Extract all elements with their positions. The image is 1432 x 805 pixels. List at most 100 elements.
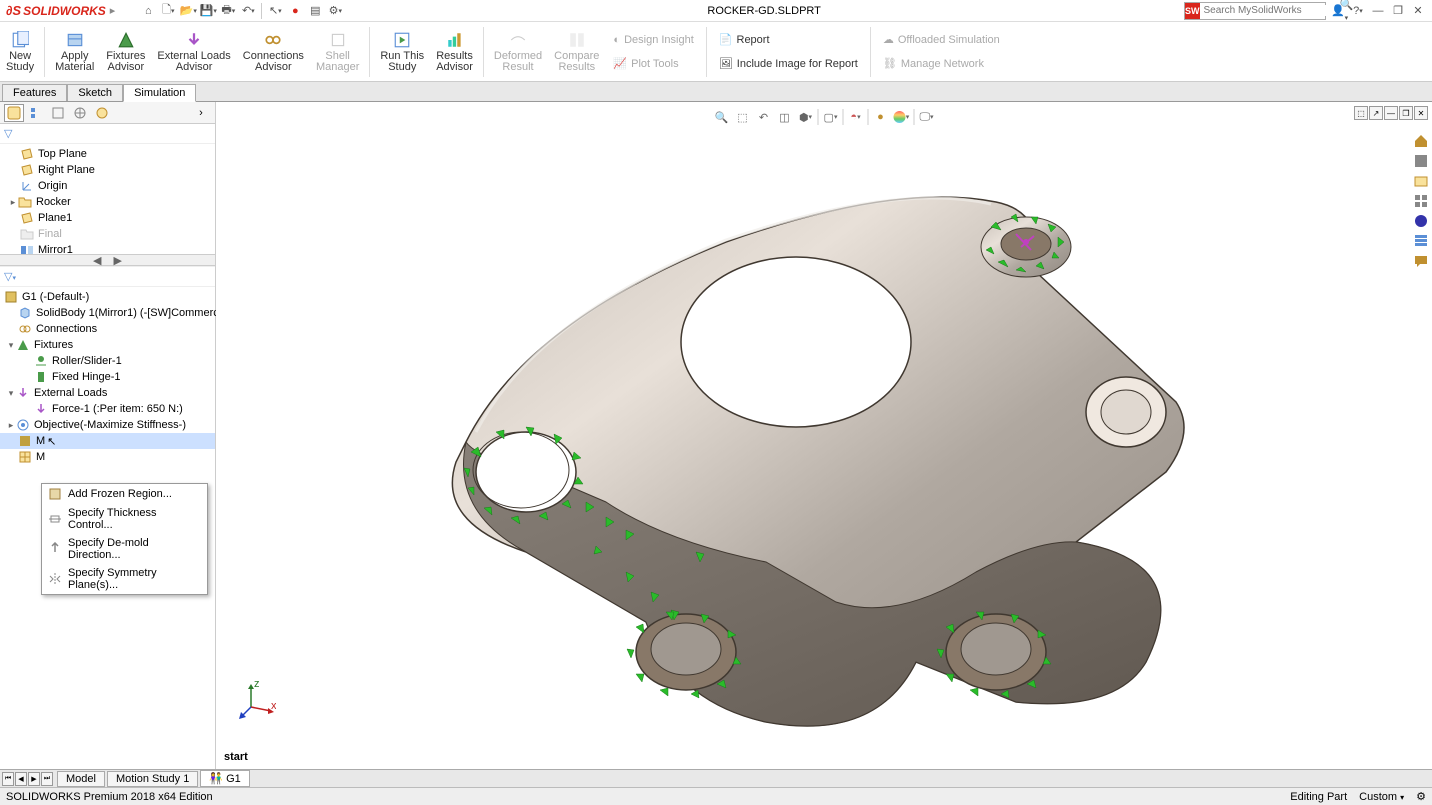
tree-splitter[interactable]: ◀▶ <box>0 254 215 266</box>
settings-gear-icon[interactable]: ⚙▾ <box>326 2 344 20</box>
chevron-right-icon[interactable]: ▸ <box>110 4 116 17</box>
options-list-icon[interactable]: ▤ <box>306 2 324 20</box>
splitter-left-icon[interactable]: ◀ <box>93 254 101 267</box>
orientation-triad[interactable]: z x <box>236 679 276 719</box>
feature-tree[interactable]: Top Plane Right Plane Origin ▸ Rocker Pla… <box>0 144 215 254</box>
viewport-exit-icon[interactable]: ⬚ <box>1354 106 1368 120</box>
viewport-minimize-icon[interactable]: — <box>1384 106 1398 120</box>
apply-material-button[interactable]: Apply Material <box>49 24 100 80</box>
config-manager-tab-icon[interactable] <box>48 104 68 122</box>
tree-item-rocker[interactable]: ▸ Rocker <box>0 194 215 210</box>
run-study-button[interactable]: Run This Study <box>374 24 430 80</box>
mesh-node[interactable]: M <box>0 449 215 465</box>
home-icon[interactable]: ⌂ <box>139 2 157 20</box>
context-thickness-control[interactable]: Specify Thickness Control... <box>42 504 207 534</box>
tree-label: G1 (-Default-) <box>22 291 89 303</box>
fixed-hinge-node[interactable]: Fixed Hinge-1 <box>0 369 215 385</box>
tree-item-right-plane[interactable]: Right Plane <box>0 162 215 178</box>
bottom-tab-model[interactable]: Model <box>57 771 105 787</box>
save-icon[interactable]: 💾▾ <box>199 2 217 20</box>
context-add-frozen-region[interactable]: Add Frozen Region... <box>42 484 207 504</box>
search-box[interactable]: SW 🔍▾ <box>1184 2 1326 20</box>
bottom-tabs: ⏮ ◀ ▶ ⏭ Model Motion Study 1 👫 G1 <box>0 769 1432 787</box>
bottom-tab-study[interactable]: 👫 G1 <box>200 770 249 787</box>
close-icon[interactable]: ✕ <box>1410 3 1426 19</box>
design-insight-icon: ◐ <box>613 34 620 46</box>
include-image-button[interactable]: 🖼Include Image for Report <box>715 53 862 75</box>
collapse-icon[interactable]: ▾ <box>6 388 16 399</box>
study-node[interactable]: G1 (-Default-) <box>0 289 215 305</box>
external-loads-node[interactable]: ▾External Loads <box>0 385 215 401</box>
solidworks-resources-icon[interactable] <box>1412 132 1430 150</box>
tab-sketch[interactable]: Sketch <box>67 84 123 101</box>
print-icon[interactable]: 🖶▾ <box>219 2 237 20</box>
expand-icon[interactable]: ▸ <box>8 197 18 208</box>
expand-icon[interactable]: ▸ <box>6 420 16 431</box>
appearances-icon[interactable] <box>1412 212 1430 230</box>
tree-item-final[interactable]: Final <box>0 226 215 242</box>
objective-node[interactable]: ▸Objective(-Maximize Stiffness-) <box>0 417 215 433</box>
collapse-icon[interactable]: ▾ <box>6 340 16 351</box>
splitter-right-icon[interactable]: ▶ <box>114 254 122 267</box>
design-library-icon[interactable] <box>1412 152 1430 170</box>
tab-prev-icon[interactable]: ◀ <box>15 772 27 786</box>
filter-icon[interactable]: ▽ <box>4 127 12 140</box>
display-manager-tab-icon[interactable] <box>92 104 112 122</box>
restore-icon[interactable]: ❐ <box>1390 3 1406 19</box>
viewport-popout-icon[interactable]: ↗ <box>1369 106 1383 120</box>
status-custom[interactable]: Custom ▾ <box>1359 791 1404 803</box>
force-node[interactable]: Force-1 (:Per item: 650 N:) <box>0 401 215 417</box>
external-loads-advisor-button[interactable]: External Loads Advisor <box>151 24 236 80</box>
dimxpert-tab-icon[interactable] <box>70 104 90 122</box>
undo-icon[interactable]: ↶▾ <box>239 2 257 20</box>
ribbon-label: Deformed Result <box>494 51 542 73</box>
connections-node[interactable]: Connections <box>0 321 215 337</box>
results-advisor-button[interactable]: Results Advisor <box>430 24 479 80</box>
filter-icon[interactable]: ▽▾ <box>4 270 16 283</box>
panel-expand-icon[interactable]: › <box>191 104 211 122</box>
open-icon[interactable]: 📂▾ <box>179 2 197 20</box>
connections-advisor-button[interactable]: Connections Advisor <box>237 24 310 80</box>
roller-slider-node[interactable]: Roller/Slider-1 <box>0 353 215 369</box>
tree-item-top-plane[interactable]: Top Plane <box>0 146 215 162</box>
new-icon[interactable]: 🗋▾ <box>159 2 177 20</box>
rebuild-icon[interactable]: ● <box>286 2 304 20</box>
minimize-icon[interactable]: — <box>1370 3 1386 19</box>
help-icon[interactable]: ?▾ <box>1350 3 1366 19</box>
user-icon[interactable]: 👤 <box>1330 3 1346 19</box>
tree-item-mirror1[interactable]: Mirror1 <box>0 242 215 254</box>
property-manager-tab-icon[interactable] <box>26 104 46 122</box>
solidworks-forum-icon[interactable] <box>1412 252 1430 270</box>
view-palette-icon[interactable] <box>1412 192 1430 210</box>
context-symmetry-plane[interactable]: Specify Symmetry Plane(s)... <box>42 564 207 594</box>
solidbody-node[interactable]: SolidBody 1(Mirror1) (-[SW]Commercially … <box>0 305 215 321</box>
viewport-close-icon[interactable]: ✕ <box>1414 106 1428 120</box>
tab-features[interactable]: Features <box>2 84 67 101</box>
custom-properties-icon[interactable] <box>1412 232 1430 250</box>
feature-manager-tab-icon[interactable] <box>4 104 24 122</box>
tab-last-icon[interactable]: ⏭ <box>41 772 53 786</box>
tree-label: Rocker <box>36 196 71 208</box>
tab-simulation[interactable]: Simulation <box>123 84 196 102</box>
tree-item-plane1[interactable]: Plane1 <box>0 210 215 226</box>
bottom-tab-motion[interactable]: Motion Study 1 <box>107 771 198 787</box>
search-input[interactable] <box>1200 5 1340 16</box>
tree-label: Mirror1 <box>38 244 73 254</box>
graphics-viewport[interactable]: 🔍 ⬚ ↶ ◫ ⬢▾ ▢▾ ◓▾ ● ▾ 🖵▾ ⬚ ↗ — ❐ ✕ <box>216 102 1432 769</box>
status-gear-icon[interactable]: ⚙ <box>1416 790 1426 803</box>
file-explorer-icon[interactable] <box>1412 172 1430 190</box>
ribbon-label: New Study <box>6 51 34 73</box>
viewport-restore-icon[interactable]: ❐ <box>1399 106 1413 120</box>
tree-item-origin[interactable]: Origin <box>0 178 215 194</box>
manufacturing-controls-node[interactable]: M↖ <box>0 433 215 449</box>
tab-first-icon[interactable]: ⏮ <box>2 772 14 786</box>
fixtures-node[interactable]: ▾Fixtures <box>0 337 215 353</box>
context-demold-direction[interactable]: Specify De-mold Direction... <box>42 534 207 564</box>
study-icon <box>4 290 18 304</box>
fixtures-advisor-button[interactable]: Fixtures Advisor <box>100 24 151 80</box>
report-button[interactable]: 📄Report <box>715 29 862 51</box>
ribbon-label: Plot Tools <box>631 58 679 70</box>
tab-next-icon[interactable]: ▶ <box>28 772 40 786</box>
select-icon[interactable]: ↖▾ <box>266 2 284 20</box>
new-study-button[interactable]: New Study <box>0 24 40 80</box>
